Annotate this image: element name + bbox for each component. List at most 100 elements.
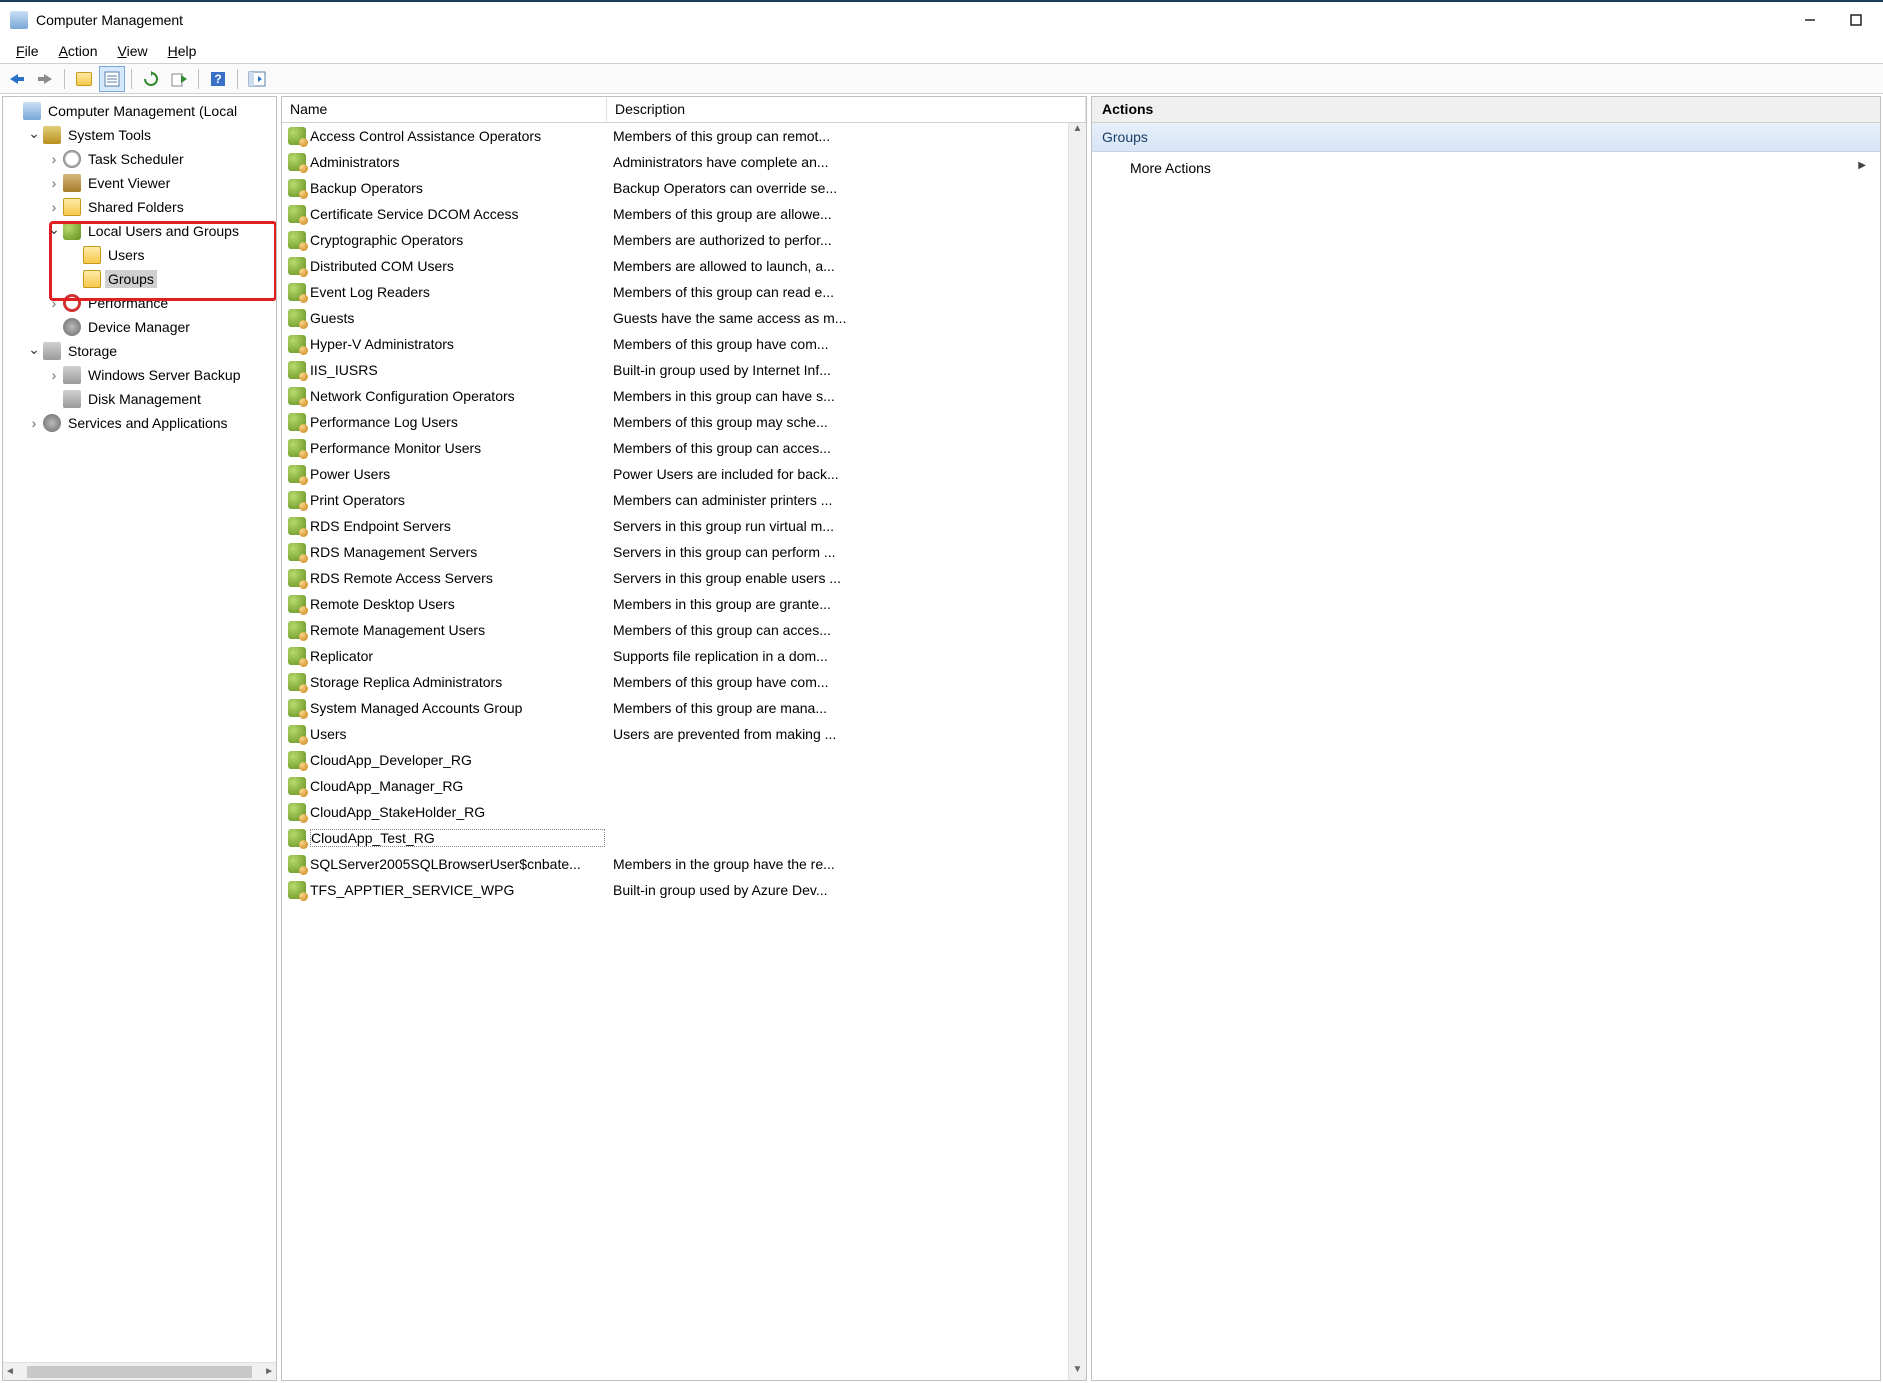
expand-icon[interactable]: ›	[47, 175, 61, 191]
list-row[interactable]: RDS Endpoint ServersServers in this grou…	[282, 513, 1068, 539]
list-row[interactable]: Print OperatorsMembers can administer pr…	[282, 487, 1068, 513]
list-row[interactable]: Backup OperatorsBackup Operators can ove…	[282, 175, 1068, 201]
list-row[interactable]: Event Log ReadersMembers of this group c…	[282, 279, 1068, 305]
group-icon	[288, 491, 306, 509]
toolbar-separator	[131, 69, 132, 89]
menu-help[interactable]: Help	[158, 41, 207, 61]
tree-item[interactable]: ›Shared Folders	[3, 195, 276, 219]
list-row[interactable]: Hyper-V AdministratorsMembers of this gr…	[282, 331, 1068, 357]
list-body[interactable]: Access Control Assistance OperatorsMembe…	[282, 123, 1068, 1380]
export-button[interactable]	[166, 66, 192, 92]
panel-icon	[248, 71, 266, 87]
nav-tree[interactable]: Computer Management (Local⌄System Tools›…	[3, 97, 276, 1362]
tree-item[interactable]: Disk Management	[3, 387, 276, 411]
group-name: Certificate Service DCOM Access	[310, 206, 605, 222]
tree-item[interactable]: ›Event Viewer	[3, 171, 276, 195]
list-row[interactable]: CloudApp_Test_RG	[282, 825, 1068, 851]
group-name: Power Users	[310, 466, 605, 482]
column-name[interactable]: Name	[282, 97, 607, 122]
list-row[interactable]: Cryptographic OperatorsMembers are autho…	[282, 227, 1068, 253]
more-actions-link[interactable]: More Actions ▶	[1092, 152, 1880, 184]
refresh-button[interactable]	[138, 66, 164, 92]
list-row[interactable]: Certificate Service DCOM AccessMembers o…	[282, 201, 1068, 227]
list-vertical-scrollbar[interactable]: ▲ ▼	[1068, 123, 1086, 1380]
group-name: RDS Management Servers	[310, 544, 605, 560]
list-row[interactable]: Remote Management UsersMembers of this g…	[282, 617, 1068, 643]
group-icon	[288, 127, 306, 145]
list-row[interactable]: CloudApp_Manager_RG	[282, 773, 1068, 799]
expand-icon[interactable]: ›	[47, 295, 61, 311]
tree-item[interactable]: ⌄Storage	[3, 339, 276, 363]
group-icon	[288, 257, 306, 275]
list-row[interactable]: IIS_IUSRSBuilt-in group used by Internet…	[282, 357, 1068, 383]
menu-file[interactable]: File	[6, 41, 49, 61]
properties-button[interactable]	[99, 66, 125, 92]
tree-item[interactable]: Groups	[3, 267, 276, 291]
help-button[interactable]: ?	[205, 66, 231, 92]
group-icon	[288, 543, 306, 561]
collapse-icon[interactable]: ⌄	[27, 125, 41, 142]
list-row[interactable]: SQLServer2005SQLBrowserUser$cnbate...Mem…	[282, 851, 1068, 877]
tree-item[interactable]: ›Performance	[3, 291, 276, 315]
group-description: Built-in group used by Internet Inf...	[605, 362, 1068, 378]
tree-item[interactable]: ⌄System Tools	[3, 123, 276, 147]
group-description: Administrators have complete an...	[605, 154, 1068, 170]
back-button[interactable]	[4, 66, 30, 92]
tree-item[interactable]: Device Manager	[3, 315, 276, 339]
column-description[interactable]: Description	[607, 97, 1086, 122]
list-row[interactable]: CloudApp_StakeHolder_RG	[282, 799, 1068, 825]
list-row[interactable]: UsersUsers are prevented from making ...	[282, 721, 1068, 747]
minimize-button[interactable]	[1787, 5, 1833, 35]
group-name: Guests	[310, 310, 605, 326]
group-description: Members of this group can read e...	[605, 284, 1068, 300]
tree-item[interactable]: ›Windows Server Backup	[3, 363, 276, 387]
scroll-down-icon: ▼	[1069, 1364, 1086, 1380]
actions-category[interactable]: Groups	[1092, 123, 1880, 152]
list-row[interactable]: GuestsGuests have the same access as m..…	[282, 305, 1068, 331]
list-row[interactable]: TFS_APPTIER_SERVICE_WPGBuilt-in group us…	[282, 877, 1068, 903]
expand-icon[interactable]: ›	[27, 415, 41, 431]
list-row[interactable]: Distributed COM UsersMembers are allowed…	[282, 253, 1068, 279]
app-icon	[10, 11, 28, 29]
list-row[interactable]: Performance Monitor UsersMembers of this…	[282, 435, 1068, 461]
list-row[interactable]: Performance Log UsersMembers of this gro…	[282, 409, 1068, 435]
up-button[interactable]	[71, 66, 97, 92]
group-icon	[288, 647, 306, 665]
list-row[interactable]: ReplicatorSupports file replication in a…	[282, 643, 1068, 669]
expand-icon[interactable]: ›	[47, 199, 61, 215]
list-row[interactable]: AdministratorsAdministrators have comple…	[282, 149, 1068, 175]
list-row[interactable]: CloudApp_Developer_RG	[282, 747, 1068, 773]
scroll-track[interactable]	[1069, 139, 1086, 1364]
expand-icon[interactable]: ›	[47, 367, 61, 383]
show-hide-button[interactable]	[244, 66, 270, 92]
list-row[interactable]: Remote Desktop UsersMembers in this grou…	[282, 591, 1068, 617]
actions-pane: Actions Groups More Actions ▶	[1091, 96, 1881, 1381]
tree-item[interactable]: › Task Scheduler	[3, 147, 276, 171]
forward-arrow-icon	[36, 72, 54, 86]
scroll-thumb[interactable]	[27, 1366, 252, 1378]
tree-item-label: Task Scheduler	[85, 150, 187, 168]
expand-icon[interactable]: ›	[47, 151, 61, 167]
collapse-icon[interactable]: ⌄	[27, 341, 41, 358]
tree-item[interactable]: Computer Management (Local	[3, 99, 276, 123]
forward-button[interactable]	[32, 66, 58, 92]
tree-item[interactable]: Users	[3, 243, 276, 267]
group-icon	[288, 335, 306, 353]
collapse-icon[interactable]: ⌄	[47, 221, 61, 238]
list-row[interactable]: RDS Management ServersServers in this gr…	[282, 539, 1068, 565]
maximize-button[interactable]	[1833, 5, 1879, 35]
list-row[interactable]: Power UsersPower Users are included for …	[282, 461, 1068, 487]
menu-action[interactable]: Action	[49, 41, 108, 61]
tree-item[interactable]: ›Services and Applications	[3, 411, 276, 435]
menu-view[interactable]: View	[108, 41, 158, 61]
list-row[interactable]: System Managed Accounts GroupMembers of …	[282, 695, 1068, 721]
scroll-up-icon: ▲	[1069, 123, 1086, 139]
group-icon	[288, 309, 306, 327]
list-row[interactable]: Network Configuration OperatorsMembers i…	[282, 383, 1068, 409]
list-row[interactable]: Storage Replica AdministratorsMembers of…	[282, 669, 1068, 695]
list-row[interactable]: RDS Remote Access ServersServers in this…	[282, 565, 1068, 591]
tree-horizontal-scrollbar[interactable]: ◄ ►	[3, 1362, 276, 1380]
maximize-icon	[1850, 14, 1862, 26]
list-row[interactable]: Access Control Assistance OperatorsMembe…	[282, 123, 1068, 149]
tree-item[interactable]: ⌄Local Users and Groups	[3, 219, 276, 243]
